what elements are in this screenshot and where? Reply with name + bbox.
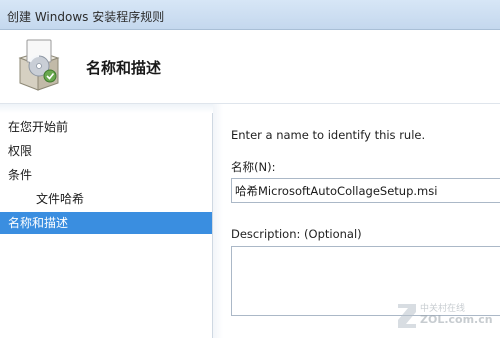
instruction-text: Enter a name to identify this rule. [231,128,426,142]
watermark-text-en: ZOL.com.cn [420,313,493,326]
step-name-and-description[interactable]: 名称和描述 [0,212,212,234]
site-watermark: 中关村在线 ZOL.com.cn [392,298,500,334]
wizard-header: 名称和描述 [0,30,500,104]
step-before-you-begin[interactable]: 在您开始前 [0,116,212,138]
installer-package-icon [14,38,64,94]
title-bar: 创建 Windows 安装程序规则 [0,0,500,30]
wizard-step-list: 在您开始前 权限 条件 文件哈希 名称和描述 [0,104,213,338]
page-heading: 名称和描述 [86,59,162,77]
step-conditions[interactable]: 条件 [0,164,212,186]
name-label: 名称(N): [231,160,276,174]
rule-name-input[interactable] [231,178,500,203]
description-label: Description: (Optional) [231,227,362,241]
window-title: 创建 Windows 安装程序规则 [7,10,165,24]
watermark-logo-icon [398,304,416,328]
step-permissions[interactable]: 权限 [0,140,212,162]
step-file-hash[interactable]: 文件哈希 [0,188,212,210]
sidebar-top-strip [0,104,213,113]
